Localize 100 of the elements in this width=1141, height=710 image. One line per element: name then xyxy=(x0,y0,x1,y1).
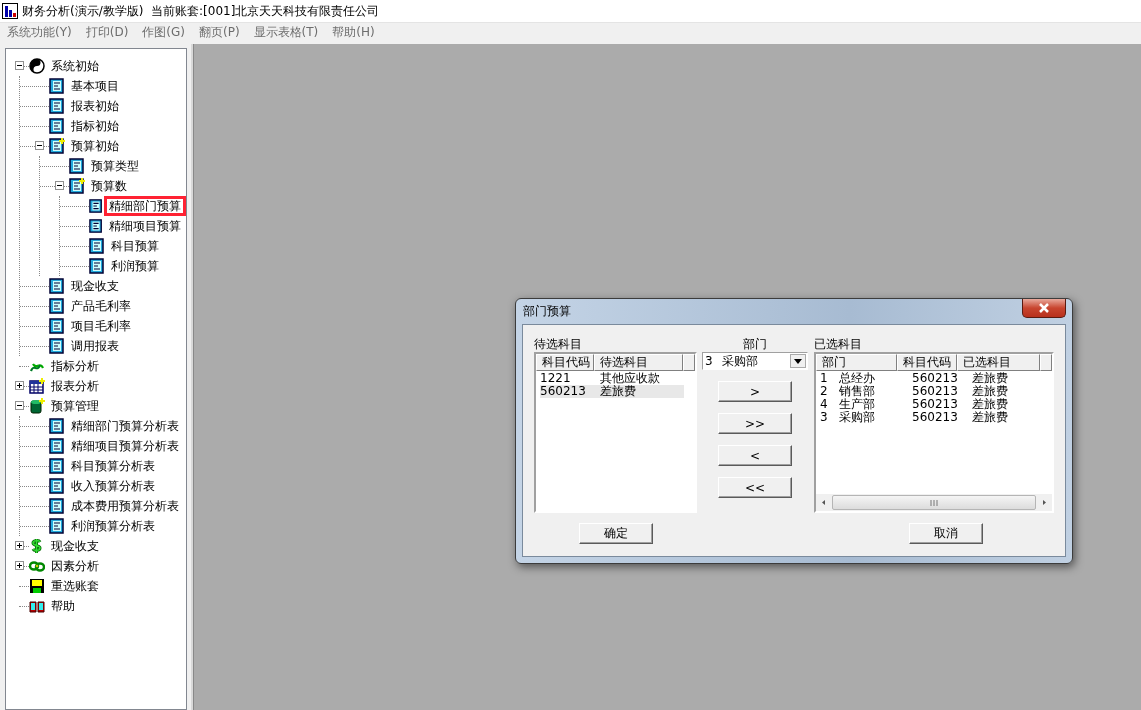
tree-item[interactable]: 重选账套 xyxy=(46,576,104,596)
close-icon xyxy=(1038,303,1050,313)
table-cell-text: 其他应收款 xyxy=(600,372,662,385)
menu-item[interactable]: 作图(G) xyxy=(137,24,190,41)
collapse-toggle[interactable] xyxy=(35,141,44,150)
tree-item[interactable]: 基本项目 xyxy=(66,76,124,96)
window-title: 财务分析(演示/教学版) 当前账套:[001]北京天天科技有限责任公司 xyxy=(22,2,380,20)
menu-item[interactable]: 打印(D) xyxy=(80,24,134,41)
document-icon xyxy=(89,238,105,254)
table-cell-text: 差旅费 xyxy=(972,385,1009,398)
document-icon xyxy=(49,338,65,354)
dialog-title: 部门预算 xyxy=(523,303,571,320)
tree-item[interactable]: 利润预算分析表 xyxy=(66,516,160,536)
document-plus-icon xyxy=(69,178,85,194)
list-row[interactable]: 560213 差旅费 xyxy=(540,385,684,398)
move-button[interactable]: >> xyxy=(718,413,792,434)
tree-item[interactable]: 预算管理 xyxy=(46,396,104,416)
move-button[interactable]: < xyxy=(718,445,792,466)
tree-item[interactable]: 预算数 xyxy=(86,176,132,196)
tree-item[interactable]: 产品毛利率 xyxy=(66,296,136,316)
tree-item[interactable]: 指标初始 xyxy=(66,116,124,136)
table-cell-text: 差旅费 xyxy=(972,411,1009,424)
column-header[interactable]: 部门 xyxy=(816,354,898,371)
tree-item[interactable]: 报表初始 xyxy=(66,96,124,116)
list-row[interactable]: 1221 其他应收款 xyxy=(540,372,684,385)
document-icon xyxy=(89,258,105,274)
document-icon xyxy=(49,98,65,114)
document-icon xyxy=(49,278,65,294)
expand-toggle[interactable] xyxy=(15,561,24,570)
table-cell-text: 差旅费 xyxy=(972,398,1009,411)
document-icon xyxy=(69,158,85,174)
tree-item[interactable]: 收入预算分析表 xyxy=(66,476,160,496)
document-icon xyxy=(49,438,65,454)
department-dropdown[interactable]: 3 采购部 xyxy=(702,352,808,370)
document-icon xyxy=(49,318,65,334)
document-plus-icon xyxy=(49,138,65,154)
document-icon xyxy=(49,418,65,434)
tree-item[interactable]: 因素分析 xyxy=(46,556,104,576)
collapse-toggle[interactable] xyxy=(15,61,24,70)
expand-toggle[interactable] xyxy=(15,381,24,390)
table-cell-text: 560213 xyxy=(912,398,959,411)
dropdown-arrow-icon xyxy=(794,358,802,364)
ok-button[interactable]: 确定 xyxy=(579,523,653,544)
tree-item[interactable]: 现金收支 xyxy=(66,276,124,296)
table-cell-text: 1221 xyxy=(540,372,572,385)
menu-item[interactable]: 帮助(H) xyxy=(327,24,380,41)
table-cell-text: 560213 xyxy=(912,411,959,424)
move-button[interactable]: << xyxy=(718,477,792,498)
document-icon xyxy=(49,478,65,494)
document-icon xyxy=(89,198,103,214)
table-cell-text: 3 采购部 xyxy=(820,411,877,424)
column-header[interactable]: 待选科目 xyxy=(594,354,683,371)
document-icon xyxy=(49,118,65,134)
tree-item[interactable]: 精细项目预算分析表 xyxy=(66,436,184,456)
document-icon xyxy=(49,458,65,474)
table-plus-icon xyxy=(29,378,45,394)
column-header[interactable]: 科目代码 xyxy=(897,354,958,371)
tree-item[interactable]: 调用报表 xyxy=(66,336,124,356)
tree-item[interactable]: 系统初始 xyxy=(46,56,104,76)
document-icon xyxy=(49,498,65,514)
table-cell-text: 2 销售部 xyxy=(820,385,877,398)
field-label: 部门 xyxy=(743,337,767,351)
column-header[interactable]: 已选科目 xyxy=(957,354,1040,371)
document-icon xyxy=(49,298,65,314)
table-cell-text: 差旅费 xyxy=(972,372,1009,385)
tree-item[interactable]: 科目预算分析表 xyxy=(66,456,160,476)
tree-item[interactable]: 预算初始 xyxy=(66,136,124,156)
column-header[interactable]: 科目代码 xyxy=(536,354,594,371)
menu-item[interactable]: 显示表格(T) xyxy=(248,24,324,41)
table-cell-text: 560213 xyxy=(912,385,959,398)
table-cell-text: 560213 xyxy=(540,385,587,398)
tree-item[interactable]: 利润预算 xyxy=(106,256,164,276)
tree-item[interactable]: 帮助 xyxy=(46,596,80,616)
group-label: 已选科目 xyxy=(814,337,863,351)
collapse-toggle[interactable] xyxy=(55,181,64,190)
table-cell-text: 4 生产部 xyxy=(820,398,877,411)
tree-item[interactable]: 指标分析 xyxy=(46,356,104,376)
table-cell-text: 差旅费 xyxy=(600,385,638,398)
tree-item[interactable]: 现金收支 xyxy=(46,536,104,556)
tree-item[interactable]: 科目预算 xyxy=(106,236,164,256)
expand-toggle[interactable] xyxy=(15,541,24,550)
table-cell-text: 560213 xyxy=(912,372,959,385)
menu-item[interactable]: 翻页(P) xyxy=(194,24,245,41)
scrollbar-thumb[interactable] xyxy=(832,495,1036,510)
tree-item[interactable]: 成本费用预算分析表 xyxy=(66,496,184,516)
tree-item[interactable]: 预算类型 xyxy=(86,156,144,176)
chain-link-icon xyxy=(29,558,45,574)
tree-item[interactable]: 项目毛利率 xyxy=(66,316,136,336)
tree-item[interactable]: 精细部门预算分析表 xyxy=(66,416,184,436)
close-button[interactable] xyxy=(1022,299,1066,318)
menu-item[interactable]: 系统功能(Y) xyxy=(2,24,77,41)
move-button[interactable]: > xyxy=(718,381,792,402)
document-icon xyxy=(89,218,103,234)
collapse-toggle[interactable] xyxy=(15,401,24,410)
cancel-button[interactable]: 取消 xyxy=(909,523,983,544)
tree-item[interactable]: 精细部门预算 xyxy=(104,196,186,216)
tree-item[interactable]: 报表分析 xyxy=(46,376,104,396)
tree-item[interactable]: 精细项目预算 xyxy=(104,216,186,236)
book-icon xyxy=(29,598,45,614)
document-icon xyxy=(49,518,65,534)
